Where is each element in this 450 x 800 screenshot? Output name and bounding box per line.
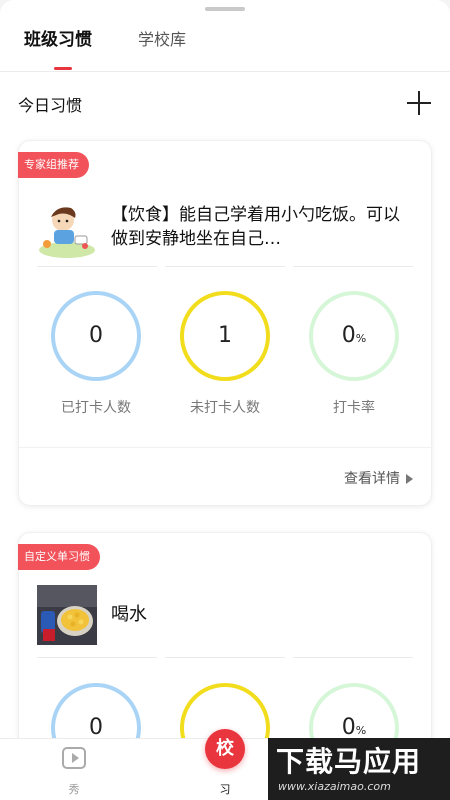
nav-label-habit[interactable]: 习 (200, 781, 250, 797)
stat-label: 打卡率 (333, 400, 375, 416)
habit-title: 【饮食】能自己学着用小勺吃饭。可以做到安静地坐在自己… (111, 205, 400, 249)
custom-badge: 自定义单习惯 (18, 544, 100, 570)
site-watermark: 下载马应用 www.xiazaimao.com (268, 738, 450, 800)
habit-sheet: 班级习惯 学校库 今日习惯 专家组推荐 【饮食】能自己学着用小勺吃饭。可以做到安… (0, 0, 450, 800)
habit-card[interactable]: 专家组推荐 【饮食】能自己学着用小勺吃饭。可以做到安静地坐在自己… 0 已打卡人… (18, 140, 433, 507)
active-tab-indicator (54, 67, 72, 70)
stat-label: 已打卡人数 (61, 400, 131, 416)
school-icon[interactable]: 校 (205, 729, 245, 769)
top-tab-bar: 班级习惯 学校库 (0, 22, 450, 72)
today-habits-header: 今日习惯 (0, 86, 450, 122)
stat-label: 未打卡人数 (190, 400, 260, 416)
sheet-drag-handle[interactable] (205, 7, 245, 11)
watermark-title: 下载马应用 (276, 745, 422, 778)
view-details-label: 查看详情 (344, 471, 400, 487)
habit-title: 喝水 (111, 604, 147, 625)
recommend-badge: 专家组推荐 (18, 152, 89, 178)
arrow-right-icon (406, 474, 413, 484)
habit-thumbnail-icon (37, 585, 97, 645)
stat-value: 1 (218, 323, 232, 348)
not-checked-in-stat: 1 未打卡人数 (170, 291, 280, 417)
stat-value: 0 (89, 323, 103, 348)
checked-in-stat: 0 已打卡人数 (41, 291, 151, 417)
progress-ring: 0 (51, 291, 141, 381)
nav-label: 秀 (68, 783, 80, 796)
plus-icon[interactable] (404, 88, 434, 118)
habit-thumbnail-icon (37, 200, 97, 260)
tab-school-library[interactable]: 学校库 (138, 28, 186, 52)
section-title: 今日习惯 (18, 96, 83, 115)
card-footer: 查看详情 (19, 447, 433, 507)
view-details-link[interactable]: 查看详情 (344, 468, 413, 488)
divider (37, 657, 415, 658)
stat-value: 0% (341, 323, 367, 348)
progress-ring: 1 (180, 291, 270, 381)
watermark-url: www.xiazaimao.com (278, 780, 391, 793)
play-icon (62, 747, 86, 769)
divider (37, 266, 415, 267)
nav-item-show[interactable]: 秀 (44, 747, 104, 797)
tab-class-habits[interactable]: 班级习惯 (24, 28, 92, 52)
check-in-rate-stat: 0% 打卡率 (299, 291, 409, 417)
progress-ring: 0% (309, 291, 399, 381)
